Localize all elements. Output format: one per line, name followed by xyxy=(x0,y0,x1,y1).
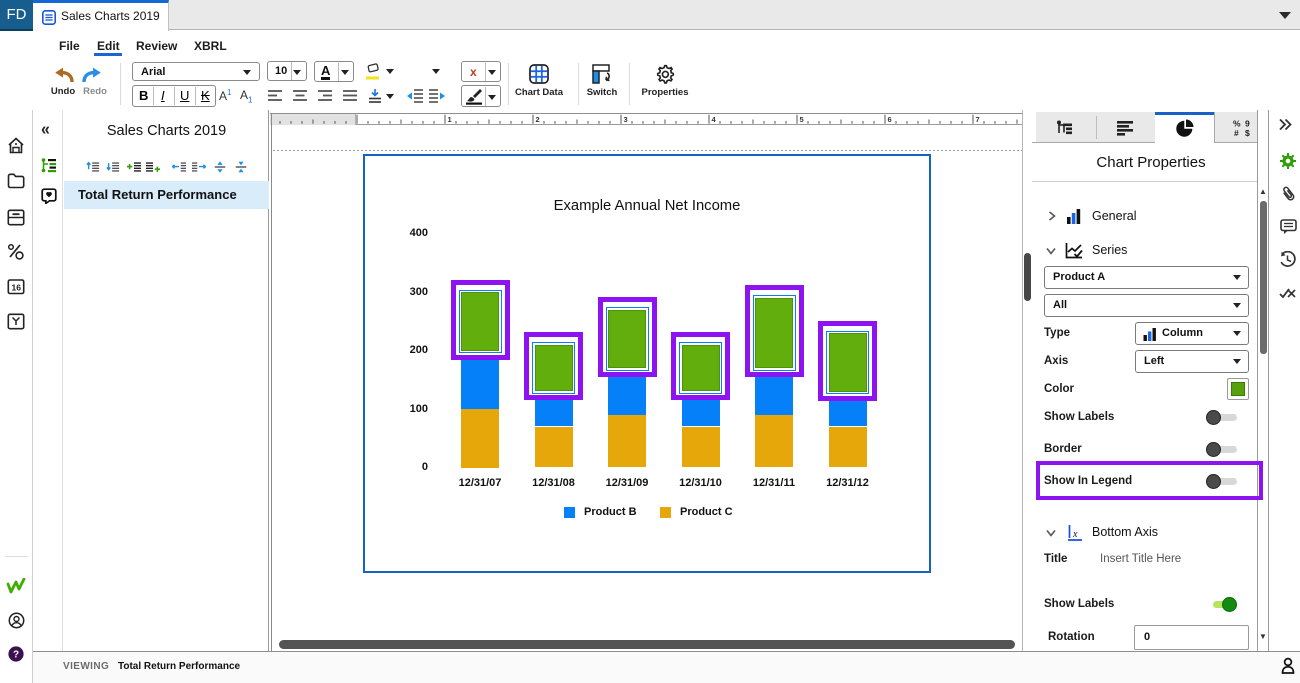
svg-text:7: 7 xyxy=(976,115,980,124)
svg-text:16: 16 xyxy=(12,283,22,293)
svg-text:?: ? xyxy=(13,650,19,661)
svg-text:1: 1 xyxy=(448,115,452,124)
svg-text:5: 5 xyxy=(800,115,804,124)
svg-text:3: 3 xyxy=(624,115,628,124)
svg-text:x: x xyxy=(1072,529,1078,540)
svg-text:6: 6 xyxy=(888,115,892,124)
svg-text:4: 4 xyxy=(712,115,717,124)
svg-text:2: 2 xyxy=(536,115,540,124)
